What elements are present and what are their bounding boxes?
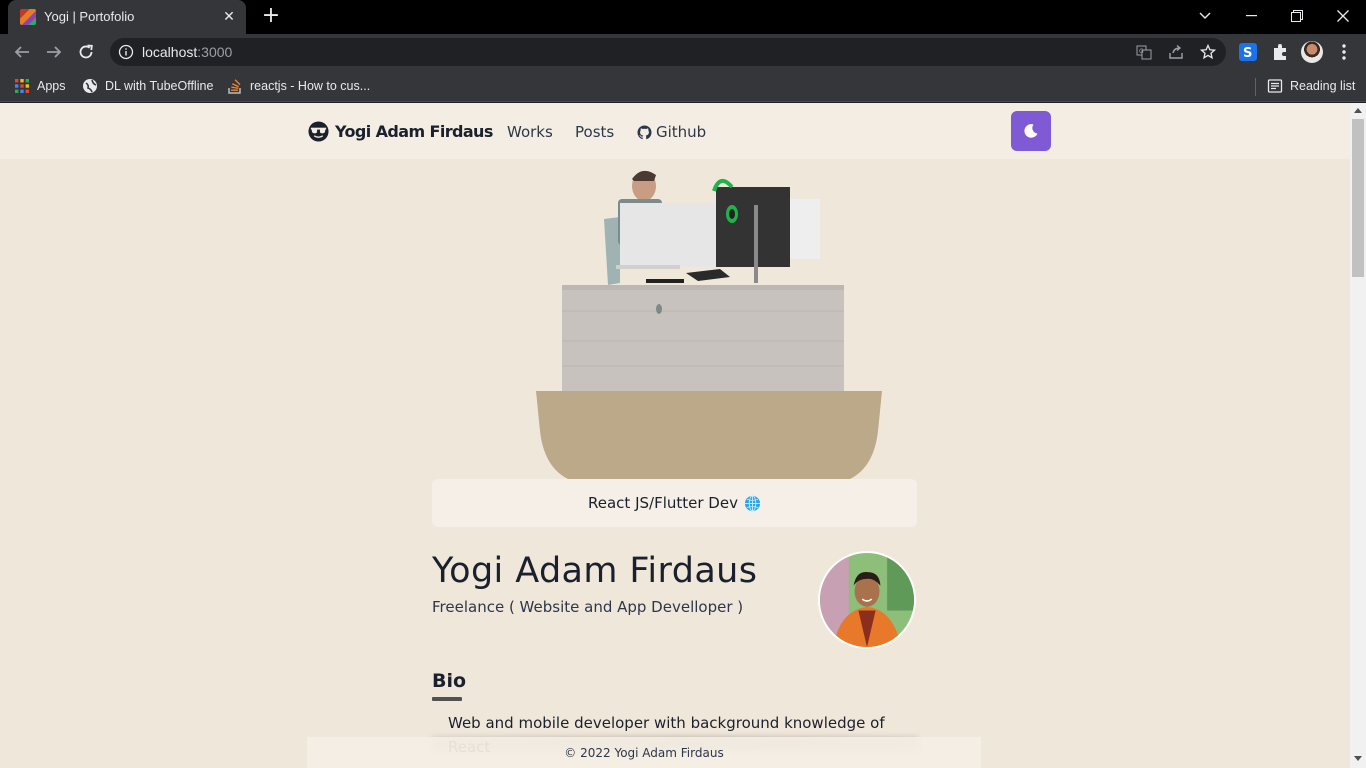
sunglasses-face-icon <box>308 121 329 142</box>
tab-search-icon[interactable] <box>1182 0 1228 32</box>
bookmarks-bar: Apps DL with TubeOffline reactjs - How t… <box>0 70 1366 102</box>
profile-name-heading: Yogi Adam Firdaus <box>432 551 758 591</box>
page-viewport: Yogi Adam Firdaus Works Posts Github Rea… <box>0 103 1350 768</box>
bookmark-label: reactjs - How to cus... <box>250 79 371 93</box>
url-text: localhost:3000 <box>142 44 232 60</box>
nav-github-label: Github <box>656 123 707 141</box>
svg-text:S: S <box>1243 46 1252 61</box>
forward-arrow-icon[interactable] <box>42 40 66 64</box>
bookmark-label: DL with TubeOffline <box>105 79 214 93</box>
profile-subtitle: Freelance ( Website and App Develloper ) <box>432 598 744 616</box>
page-footer: © 2022 Yogi Adam Firdaus <box>307 737 981 768</box>
nav-posts-link[interactable]: Posts <box>575 123 614 141</box>
extensions-puzzle-icon[interactable] <box>1270 42 1290 62</box>
site-favicon-icon <box>20 9 36 25</box>
apps-grid-icon <box>15 79 29 93</box>
scroll-down-icon[interactable] <box>1354 756 1362 761</box>
url-port: :3000 <box>197 44 233 60</box>
globe-icon <box>83 79 97 93</box>
reading-list-button[interactable]: Reading list <box>1267 77 1355 95</box>
nav-github-link[interactable]: Github <box>637 123 706 141</box>
share-icon[interactable] <box>1168 44 1184 60</box>
browser-tab[interactable]: Yogi | Portofolio ✕ <box>8 0 246 34</box>
bookmark-tubeoffline[interactable]: DL with TubeOffline <box>82 77 213 95</box>
tab-close-icon[interactable]: ✕ <box>220 8 238 26</box>
extension-s-icon[interactable]: S <box>1238 42 1258 62</box>
browser-toolbar: localhost:3000 G S <box>0 34 1366 70</box>
more-menu-icon[interactable] <box>1334 42 1354 62</box>
hero-3d-desk-illustration[interactable] <box>520 161 900 481</box>
restore-button[interactable] <box>1274 0 1320 32</box>
bookmark-star-icon[interactable] <box>1200 44 1216 60</box>
site-info-icon[interactable] <box>118 44 134 60</box>
new-tab-button[interactable]: + <box>260 5 282 28</box>
profile-avatar-icon[interactable] <box>1301 41 1323 63</box>
url-host: localhost <box>142 44 198 60</box>
translate-icon[interactable]: G <box>1136 44 1152 60</box>
bookmark-apps[interactable]: Apps <box>14 77 66 95</box>
bookmark-label: Apps <box>37 79 66 93</box>
scroll-up-icon[interactable] <box>1354 108 1362 113</box>
role-banner: React JS/Flutter Dev <box>432 479 917 527</box>
github-icon <box>637 124 652 139</box>
reading-list-label: Reading list <box>1290 79 1356 93</box>
theme-toggle-button[interactable] <box>1011 111 1051 151</box>
profile-avatar <box>818 551 916 649</box>
reading-list-icon <box>1267 79 1283 93</box>
back-arrow-icon[interactable] <box>10 40 34 64</box>
role-banner-text: React JS/Flutter Dev <box>588 494 738 512</box>
stackoverflow-icon <box>228 79 241 94</box>
bio-title-underline <box>432 697 462 701</box>
nav-works-link[interactable]: Works <box>507 123 553 141</box>
logo-text: Yogi Adam Firdaus <box>335 122 493 141</box>
globe-emoji-icon <box>744 494 761 512</box>
tab-title: Yogi | Portofolio <box>44 9 135 24</box>
page-scrollbar[interactable] <box>1350 103 1366 768</box>
bookmarks-divider <box>1255 78 1256 96</box>
browser-titlebar: Yogi | Portofolio ✕ + <box>0 0 1366 34</box>
moon-icon <box>1024 124 1038 138</box>
bookmark-reactjs[interactable]: reactjs - How to cus... <box>227 77 370 95</box>
bio-section-title: Bio <box>432 670 467 692</box>
site-navbar: Yogi Adam Firdaus Works Posts Github <box>0 103 1350 159</box>
scrollbar-thumb[interactable] <box>1352 119 1364 277</box>
close-window-button[interactable] <box>1320 0 1366 32</box>
svg-text:G: G <box>1139 48 1144 55</box>
address-bar[interactable]: localhost:3000 G <box>110 38 1226 66</box>
reload-icon[interactable] <box>74 40 98 64</box>
site-logo[interactable]: Yogi Adam Firdaus <box>308 121 493 142</box>
minimize-button[interactable] <box>1228 0 1274 32</box>
